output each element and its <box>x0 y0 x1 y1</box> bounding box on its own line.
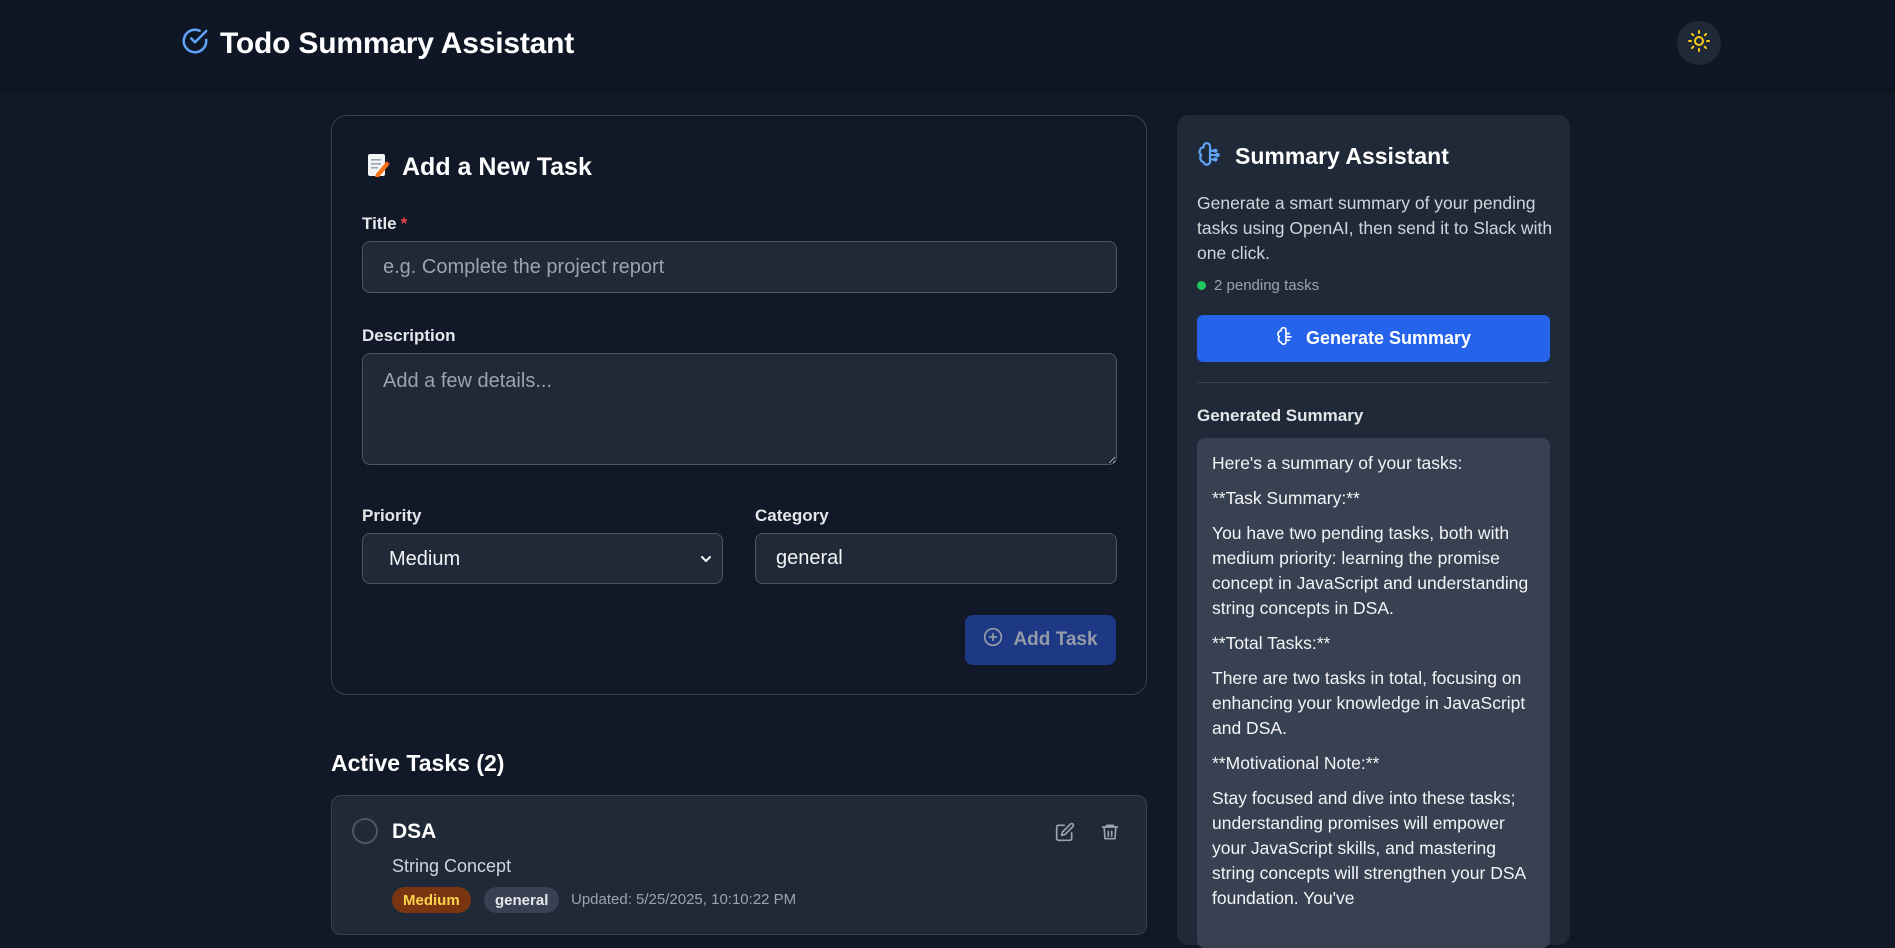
category-badge: general <box>484 887 560 913</box>
summary-description: Generate a smart summary of your pending… <box>1197 193 1553 263</box>
active-tasks-heading: Active Tasks (2) <box>331 750 505 776</box>
task-updated-timestamp: Updated: 5/25/2025, 10:10:22 PM <box>571 891 797 908</box>
brain-icon <box>1276 326 1296 351</box>
summary-panel: Summary Assistant Generate a smart summa… <box>1177 115 1570 948</box>
brand: Todo Summary Assistant <box>180 26 574 61</box>
required-mark: * <box>400 214 408 233</box>
app-title: Todo Summary Assistant <box>220 26 575 60</box>
title-input[interactable] <box>362 241 1117 293</box>
summary-paragraph: Stay focused and dive into these tasks; … <box>1212 788 1526 908</box>
description-input[interactable] <box>362 353 1117 465</box>
summary-paragraph: Here's a summary of your tasks: <box>1212 453 1463 473</box>
summary-heading: Summary Assistant <box>1197 141 1449 172</box>
generate-summary-label: Generate Summary <box>1305 328 1472 348</box>
priority-badge: Medium <box>392 887 471 913</box>
edit-icon[interactable] <box>1055 822 1075 847</box>
description-label: Description <box>362 326 456 345</box>
plus-circle-icon <box>983 627 1003 653</box>
divider <box>1197 382 1550 383</box>
add-task-heading: Add a New Task <box>366 152 592 183</box>
chevron-down-icon <box>698 550 714 573</box>
add-task-title: Add a New Task <box>402 153 592 181</box>
add-task-card: Add a New Task Title* Description Priori… <box>331 115 1147 695</box>
title-label: Title * <box>362 214 407 234</box>
add-task-button-label: Add Task <box>1013 629 1098 650</box>
sun-icon <box>1687 29 1711 58</box>
check-circle-icon <box>180 26 210 61</box>
category-label: Category <box>755 506 829 525</box>
category-input[interactable] <box>755 533 1117 584</box>
summary-paragraph: **Motivational Note:** <box>1212 753 1380 773</box>
app-header: Todo Summary Assistant <box>0 0 1895 88</box>
title-label-text: Title <box>362 214 397 233</box>
memo-icon <box>366 152 390 183</box>
priority-select-value: Medium <box>389 548 461 570</box>
priority-select[interactable]: Medium <box>362 533 723 584</box>
summary-paragraph: There are two tasks in total, focusing o… <box>1212 668 1526 738</box>
status-dot <box>1197 281 1206 290</box>
task-item: DSA String Concept Medium general Update… <box>331 795 1147 935</box>
task-title: DSA <box>392 820 437 843</box>
task-complete-checkbox[interactable] <box>352 818 378 844</box>
summary-paragraph: **Task Summary:** <box>1212 488 1360 508</box>
brain-icon <box>1197 141 1223 172</box>
priority-label: Priority <box>362 506 422 525</box>
pending-indicator: 2 pending tasks <box>1197 277 1319 294</box>
add-task-button[interactable]: Add Task <box>965 615 1116 665</box>
summary-paragraph: You have two pending tasks, both with me… <box>1212 523 1529 618</box>
generate-summary-button[interactable]: Generate Summary <box>1197 315 1550 362</box>
summary-title: Summary Assistant <box>1235 143 1449 169</box>
task-description: String Concept <box>392 856 512 876</box>
summary-paragraph: **Total Tasks:** <box>1212 633 1331 653</box>
generated-summary-label: Generated Summary <box>1197 406 1364 425</box>
theme-toggle-button[interactable] <box>1677 21 1721 65</box>
pending-count: 2 pending tasks <box>1214 277 1320 294</box>
generated-summary-box: Here's a summary of your tasks: **Task S… <box>1197 438 1550 948</box>
trash-icon[interactable] <box>1100 822 1120 847</box>
